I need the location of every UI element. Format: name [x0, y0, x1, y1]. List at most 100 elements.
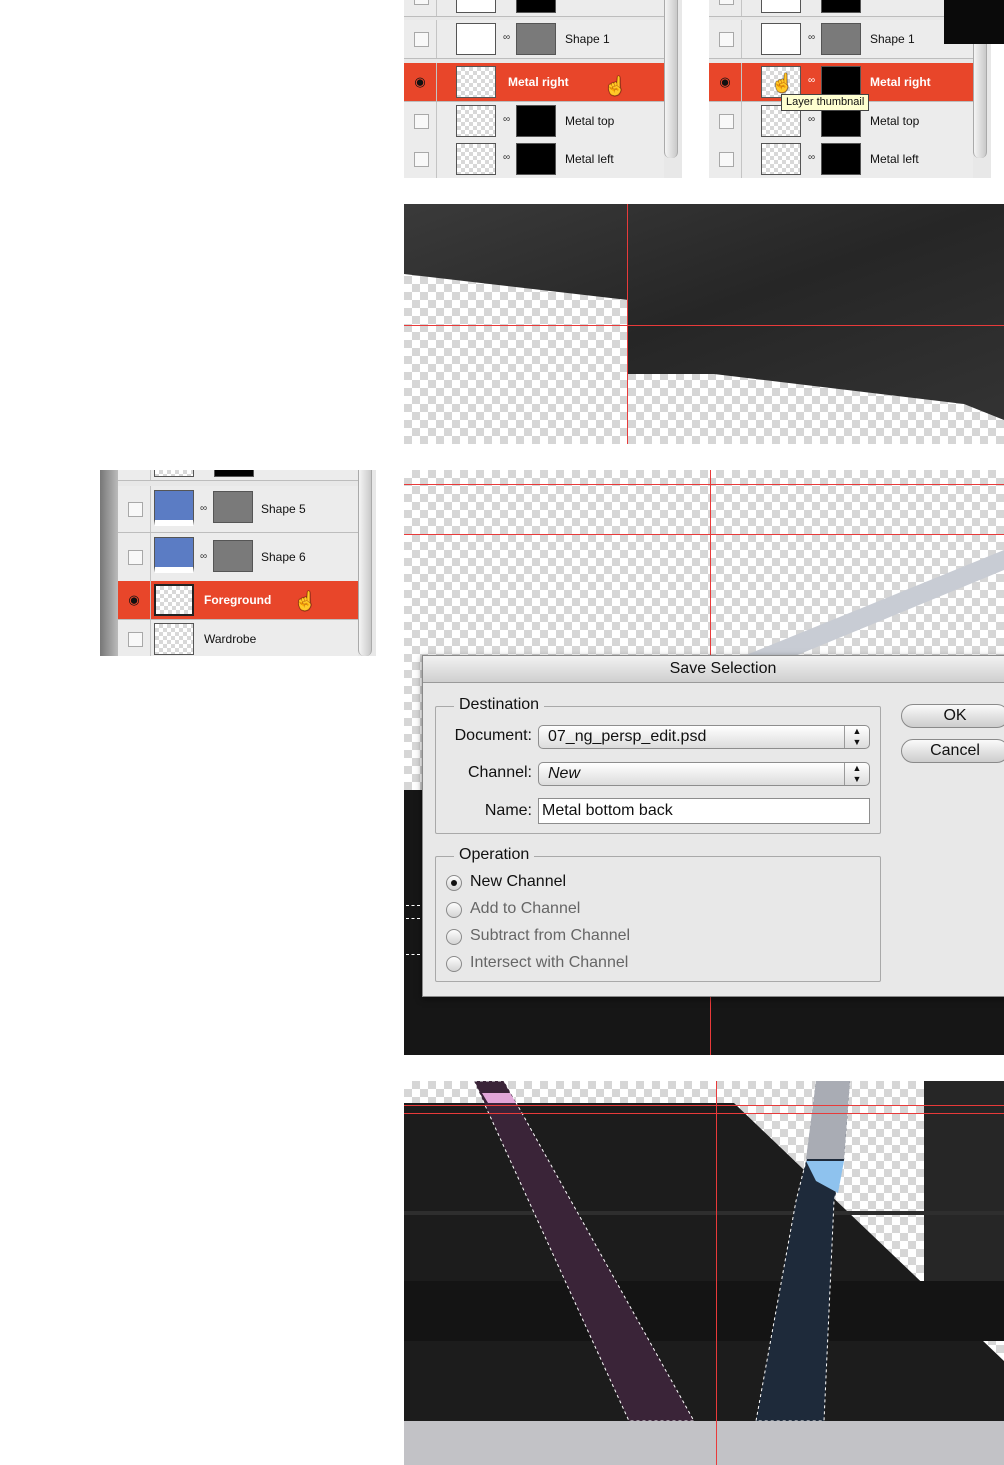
texture-shape	[404, 204, 1004, 420]
guide-horizontal	[404, 484, 1004, 485]
layer-thumbnail[interactable]	[761, 0, 801, 13]
channel-label: Channel:	[467, 764, 532, 781]
layer-name[interactable]: Shape 5	[261, 486, 306, 532]
layer-name[interactable]: Metal top	[870, 102, 919, 140]
layer-name[interactable]: Shape 1	[565, 20, 610, 58]
layer-mask-thumbnail[interactable]	[821, 143, 861, 175]
layer-row[interactable]: ∞ Shape 1	[404, 20, 664, 59]
layer-name[interactable]: Wardrobe	[204, 620, 256, 656]
eye-icon[interactable]: ◉	[124, 592, 144, 608]
dark-canvas-corner	[944, 0, 1004, 44]
name-input[interactable]	[539, 799, 856, 823]
layers-panel-top-left: Metal Bottom back ∞ Shape 1 ◉ Metal righ…	[404, 0, 682, 178]
layer-thumbnail[interactable]	[154, 623, 194, 655]
layer-thumbnail[interactable]	[456, 66, 496, 98]
layer-row[interactable]: ∞ Shape 1	[709, 20, 973, 59]
layer-mask-thumbnail[interactable]	[821, 0, 861, 13]
scrollbar[interactable]	[664, 0, 678, 158]
layer-row[interactable]: ∞ Metal left	[404, 140, 664, 178]
layers-panel-side: ∞ Shape 5 ∞ Shape 6 ◉ Foreground ☝ Wardr…	[100, 470, 376, 656]
visibility-checkbox[interactable]	[414, 32, 429, 47]
layer-mask-thumbnail[interactable]	[213, 540, 253, 572]
document-select[interactable]: 07_ng_persp_edit.psd ▲ ▼	[538, 725, 870, 749]
layer-row[interactable]: ∞ Metal top	[404, 102, 664, 141]
layer-name[interactable]: Shape 6	[261, 533, 306, 581]
guide-horizontal	[404, 534, 1004, 535]
layer-row[interactable]: ∞ Shape 5	[118, 486, 358, 533]
cancel-button[interactable]: Cancel	[901, 739, 1004, 763]
name-label: Name:	[484, 802, 532, 819]
hand-cursor-icon: ☝	[771, 73, 794, 93]
guide-vertical	[716, 1081, 717, 1465]
layer-thumbnail[interactable]	[456, 105, 496, 137]
layer-mask-thumbnail[interactable]	[516, 0, 556, 13]
visibility-checkbox[interactable]	[414, 114, 429, 129]
layer-name[interactable]: Shape 1	[870, 20, 915, 58]
visibility-checkbox[interactable]	[719, 32, 734, 47]
layer-thumbnail[interactable]	[154, 537, 194, 573]
layer-row-selected[interactable]: ◉ Metal right ☝	[404, 63, 664, 102]
layer-row[interactable]: ∞ Metal left	[709, 140, 973, 178]
layer-name[interactable]: Foreground	[204, 581, 271, 619]
radio-new-channel[interactable]	[446, 875, 462, 891]
chain-link-icon: ∞	[200, 551, 208, 562]
radio-add-to-channel[interactable]	[446, 902, 462, 918]
layer-thumbnail[interactable]	[761, 143, 801, 175]
scene-shapes	[404, 1081, 1004, 1465]
chain-link-icon: ∞	[808, 152, 816, 163]
layer-thumbnail[interactable]	[761, 23, 801, 55]
scrollbar[interactable]	[358, 470, 372, 656]
layer-row-partial[interactable]: Metal Bottom back	[404, 0, 664, 17]
hand-cursor-icon: ☝	[604, 76, 627, 96]
layer-row-partial[interactable]: Metal Bottom back	[709, 0, 973, 17]
operation-group: Operation New Channel Add to Channel Sub…	[435, 846, 881, 982]
layer-mask-thumbnail[interactable]	[516, 23, 556, 55]
visibility-checkbox[interactable]	[128, 502, 143, 517]
visibility-checkbox[interactable]	[719, 114, 734, 129]
layer-name[interactable]: Metal left	[870, 140, 919, 178]
layer-name[interactable]: Metal right	[870, 63, 931, 101]
layer-mask-thumbnail[interactable]	[516, 105, 556, 137]
layer-name[interactable]: Metal Bottom back	[565, 0, 656, 16]
hand-cursor-icon: ☝	[294, 591, 317, 611]
layer-row[interactable]: ∞ Shape 6	[118, 533, 358, 582]
layer-mask-thumbnail[interactable]	[213, 491, 253, 523]
visibility-checkbox[interactable]	[414, 0, 429, 5]
layer-thumbnail[interactable]	[456, 23, 496, 55]
layer-name[interactable]: Metal right	[508, 63, 569, 101]
name-field[interactable]	[538, 798, 870, 824]
layer-name[interactable]: Metal top	[565, 102, 614, 140]
eye-icon[interactable]: ◉	[410, 74, 430, 90]
visibility-checkbox[interactable]	[719, 152, 734, 167]
visibility-checkbox[interactable]	[719, 0, 734, 5]
visibility-checkbox[interactable]	[414, 152, 429, 167]
chain-link-icon: ∞	[503, 32, 511, 43]
canvas-texture-edge	[404, 204, 1004, 444]
chain-link-icon: ∞	[808, 75, 816, 86]
visibility-checkbox[interactable]	[128, 550, 143, 565]
layer-thumbnail[interactable]	[456, 143, 496, 175]
canvas-bottom	[404, 1081, 1004, 1465]
chain-link-icon: ∞	[503, 114, 511, 125]
layer-thumbnail[interactable]	[154, 490, 194, 526]
up-down-arrows-icon: ▲ ▼	[844, 763, 869, 785]
layer-row[interactable]: Wardrobe	[118, 620, 358, 656]
ok-button[interactable]: OK	[901, 704, 1004, 728]
guide-vertical	[627, 204, 628, 444]
layer-mask-thumbnail[interactable]	[214, 470, 254, 477]
dialog-title: Save Selection	[423, 656, 1004, 683]
layer-mask-thumbnail[interactable]	[821, 23, 861, 55]
layer-mask-thumbnail[interactable]	[516, 143, 556, 175]
layer-thumbnail[interactable]	[154, 584, 194, 616]
layer-thumbnail[interactable]	[456, 0, 496, 13]
up-down-arrows-icon: ▲ ▼	[844, 726, 869, 748]
eye-icon[interactable]: ◉	[715, 74, 735, 90]
layer-thumbnail[interactable]	[154, 470, 194, 477]
visibility-checkbox[interactable]	[128, 632, 143, 647]
radio-subtract-from-channel[interactable]	[446, 929, 462, 945]
layer-row-selected[interactable]: ◉ Foreground ☝	[118, 581, 358, 620]
radio-intersect-with-channel[interactable]	[446, 956, 462, 972]
layer-row-partial[interactable]	[118, 470, 358, 481]
layer-name[interactable]: Metal left	[565, 140, 614, 178]
channel-select[interactable]: New ▲ ▼	[538, 762, 870, 786]
